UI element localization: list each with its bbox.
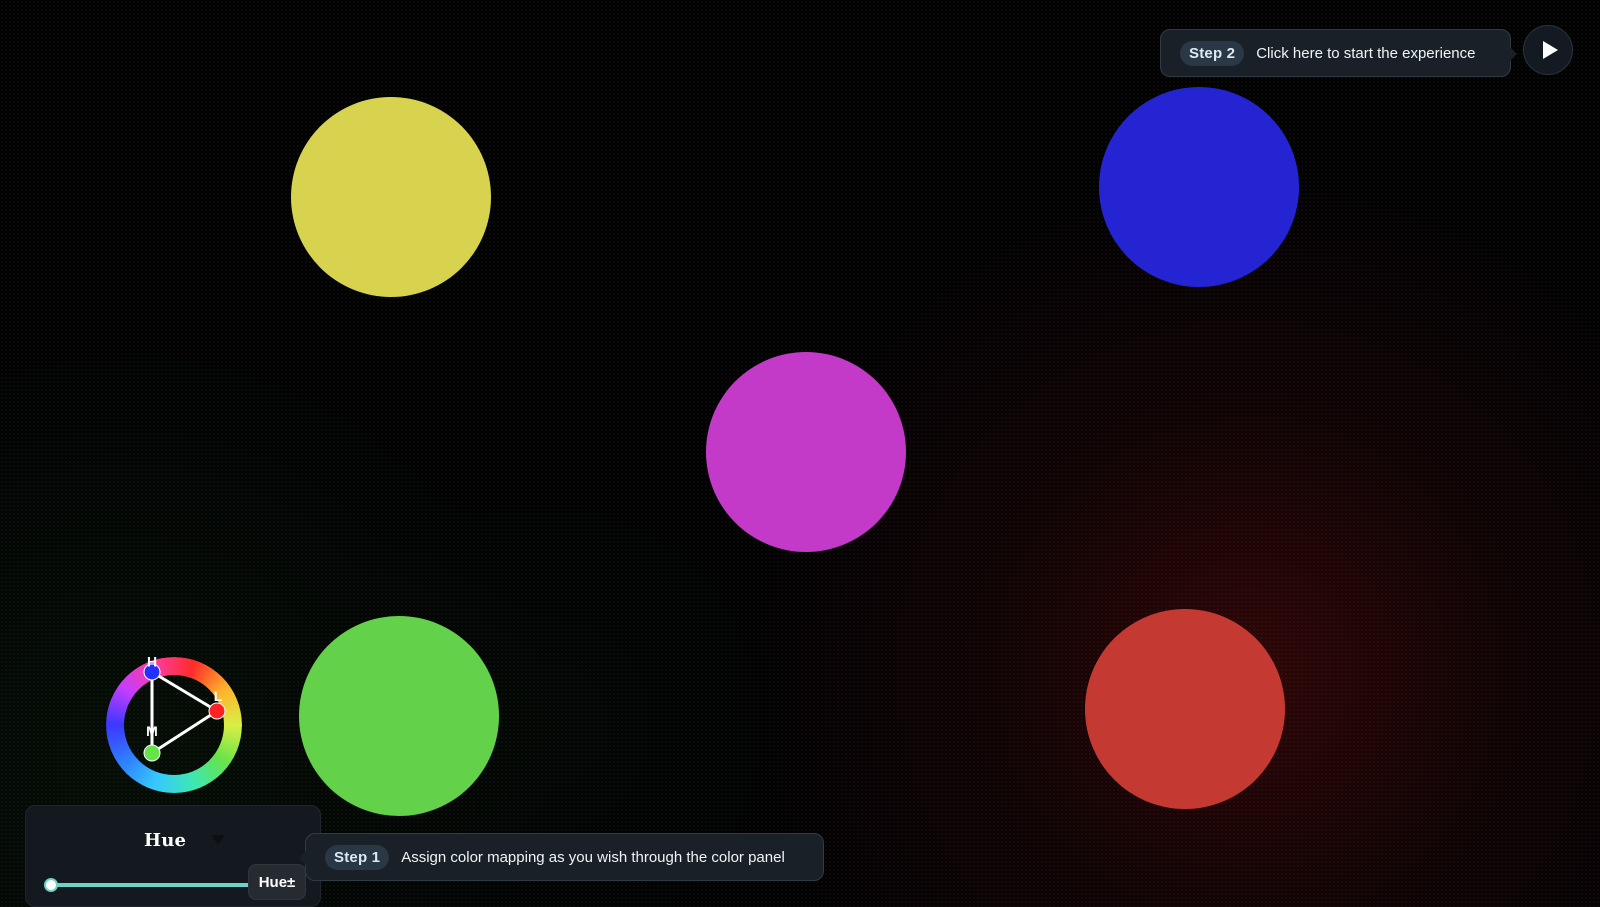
slider-thumb[interactable] xyxy=(44,878,58,892)
magenta-circle[interactable] xyxy=(706,352,906,552)
hue-offset-button[interactable]: Hue± xyxy=(248,864,306,900)
l-handle[interactable] xyxy=(208,702,226,720)
green-circle[interactable] xyxy=(299,616,499,816)
play-icon xyxy=(1542,41,1558,59)
blue-circle[interactable] xyxy=(1099,87,1299,287)
chevron-down-icon[interactable] xyxy=(211,835,225,845)
step1-text: Assign color mapping as you wish through… xyxy=(401,848,785,866)
m-handle[interactable] xyxy=(143,744,161,762)
wheel-label-m: M xyxy=(146,723,158,739)
color-panel: Hue Hue± xyxy=(25,805,321,907)
play-button[interactable] xyxy=(1523,25,1573,75)
step2-tooltip[interactable]: Step 2 Click here to start the experienc… xyxy=(1160,29,1517,77)
step2-text: Click here to start the experience xyxy=(1256,44,1476,62)
color-wheel[interactable]: H L M xyxy=(106,657,242,793)
wheel-label-l: L xyxy=(214,688,223,704)
red-circle[interactable] xyxy=(1085,609,1285,809)
step2-label: Step 2 xyxy=(1180,40,1245,66)
wheel-label-h: H xyxy=(147,657,157,669)
yellow-circle[interactable] xyxy=(291,97,491,297)
step1-tooltip: Step 1 Assign color mapping as you wish … xyxy=(299,833,824,881)
step1-label: Step 1 xyxy=(325,844,390,870)
mapping-select[interactable]: Hue xyxy=(144,830,186,851)
hue-slider[interactable] xyxy=(43,878,259,892)
slider-track xyxy=(51,883,259,887)
